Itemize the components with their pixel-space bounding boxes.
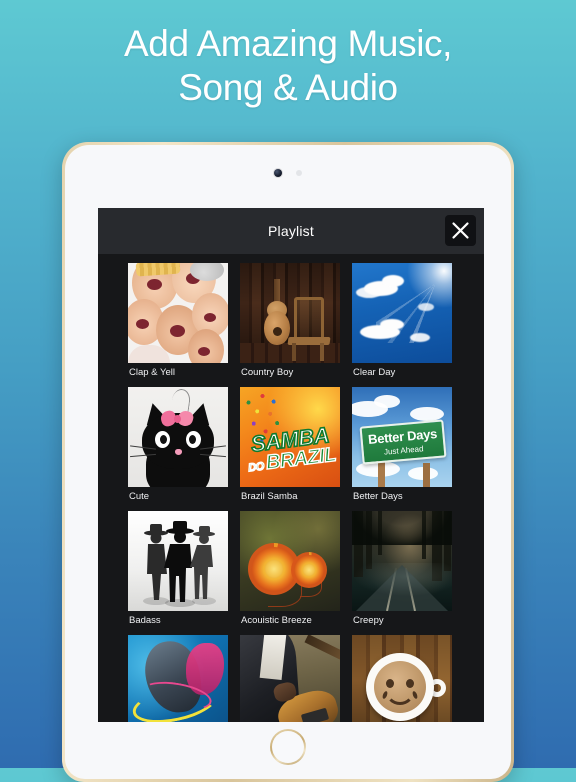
list-item[interactable]: Badass	[128, 511, 228, 635]
list-item[interactable]: Clap & Yell	[128, 263, 228, 387]
list-item[interactable]: Clear Day	[352, 263, 452, 387]
list-item[interactable]: SAMBA DO BRAZIL Brazil Samba	[240, 387, 340, 511]
sensor-icon	[296, 170, 302, 176]
list-item[interactable]: Acouistic Breeze	[240, 511, 340, 635]
track-label: Acouistic Breeze	[241, 615, 312, 626]
page-title: Add Amazing Music, Song & Audio	[0, 22, 576, 110]
modal-title: Playlist	[268, 223, 314, 239]
list-item[interactable]: Better Days Just Ahead Better Days	[352, 387, 452, 511]
track-thumbnail-coffee-smiley[interactable]	[352, 635, 452, 722]
track-label: Creepy	[353, 615, 384, 626]
track-thumbnail-abstract[interactable]	[128, 635, 228, 722]
track-thumbnail-cute[interactable]	[128, 387, 228, 487]
home-button[interactable]	[270, 729, 306, 765]
track-thumbnail-creepy[interactable]	[352, 511, 452, 611]
device-sensors	[65, 169, 511, 177]
tablet-device: Playlist Clap & Yell Country Boy Clear D…	[62, 142, 514, 782]
list-item[interactable]	[352, 635, 452, 722]
list-item[interactable]	[128, 635, 228, 722]
track-label: Badass	[129, 615, 161, 626]
track-thumbnail-brazil-samba[interactable]: SAMBA DO BRAZIL	[240, 387, 340, 487]
tablet-screen: Playlist Clap & Yell Country Boy Clear D…	[65, 145, 511, 779]
track-label: Clap & Yell	[129, 367, 175, 378]
track-thumbnail-guitar-player[interactable]	[240, 635, 340, 722]
headline-line-1: Add Amazing Music,	[123, 23, 452, 64]
track-label: Clear Day	[353, 367, 396, 378]
track-thumbnail-acoustic-breeze[interactable]	[240, 511, 340, 611]
track-thumbnail-badass[interactable]	[128, 511, 228, 611]
track-label: Cute	[129, 491, 150, 502]
camera-icon	[274, 169, 282, 177]
list-item[interactable]	[240, 635, 340, 722]
road-sign: Better Days Just Ahead	[359, 419, 447, 465]
list-item[interactable]: Cute	[128, 387, 228, 511]
close-icon	[452, 222, 469, 239]
track-thumbnail-country-boy[interactable]	[240, 263, 340, 363]
silhouettes-icon	[143, 521, 216, 607]
close-button[interactable]	[445, 215, 476, 246]
playlist-modal: Playlist Clap & Yell Country Boy Clear D…	[98, 208, 484, 722]
track-label: Country Boy	[241, 367, 294, 378]
list-item[interactable]: Creepy	[352, 511, 452, 635]
track-label: Better Days	[353, 491, 403, 502]
list-item[interactable]: Country Boy	[240, 263, 340, 387]
track-thumbnail-clap-yell[interactable]	[128, 263, 228, 363]
track-label: Brazil Samba	[241, 491, 298, 502]
track-thumbnail-better-days[interactable]: Better Days Just Ahead	[352, 387, 452, 487]
headline-line-2: Song & Audio	[178, 67, 398, 108]
track-thumbnail-clear-day[interactable]	[352, 263, 452, 363]
playlist-grid: Clap & Yell Country Boy Clear Day Cute S…	[98, 254, 484, 722]
modal-header: Playlist	[98, 208, 484, 254]
